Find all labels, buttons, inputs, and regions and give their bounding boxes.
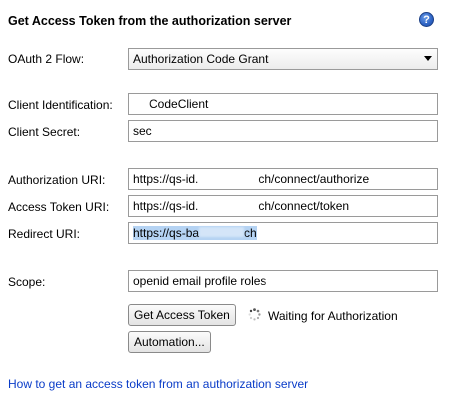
flow-select-value: Authorization Code Grant	[133, 52, 269, 66]
redacted-text	[133, 98, 149, 108]
redirect-uri-selection: https://qs-ba ch	[133, 226, 257, 240]
automation-button[interactable]: Automation...	[128, 331, 211, 353]
auth-uri-label: Authorization URI:	[8, 173, 106, 187]
get-access-token-button[interactable]: Get Access Token	[128, 304, 236, 326]
client-secret-field[interactable]: sec	[128, 120, 438, 142]
auth-uri-value-start: https://qs-id.	[133, 172, 199, 186]
redacted-text	[199, 227, 245, 237]
redirect-uri-field[interactable]: https://qs-ba ch	[128, 222, 438, 244]
flow-label: OAuth 2 Flow:	[8, 52, 85, 66]
client-secret-label: Client Secret:	[8, 125, 81, 139]
client-id-field[interactable]: CodeClient	[128, 93, 438, 115]
redacted-text	[198, 200, 259, 210]
status-text: Waiting for Authorization	[268, 309, 398, 323]
help-icon[interactable]: ?	[419, 12, 434, 27]
flow-select[interactable]: Authorization Code Grant	[128, 48, 438, 70]
client-secret-value: sec	[133, 124, 152, 138]
redirect-uri-value-start: https://qs-ba	[133, 226, 200, 240]
token-uri-value-start: https://qs-id.	[133, 199, 199, 213]
client-id-label: Client Identification:	[8, 98, 113, 112]
redacted-text	[266, 275, 417, 285]
auth-uri-value-end: ch/connect/authorize	[258, 172, 370, 186]
redacted-text	[198, 173, 259, 183]
spinner-icon	[248, 308, 261, 321]
redirect-uri-label: Redirect URI:	[8, 227, 81, 241]
oauth2-panel: Get Access Token from the authorization …	[0, 0, 450, 402]
help-link[interactable]: How to get an access token from an autho…	[8, 377, 308, 391]
scope-value: openid email profile roles	[133, 274, 267, 288]
redirect-uri-value-end: ch	[244, 226, 257, 240]
token-uri-field[interactable]: https://qs-id. ch/connect/token	[128, 195, 438, 217]
scope-label: Scope:	[8, 275, 46, 289]
client-id-value: CodeClient	[149, 97, 209, 111]
panel-title: Get Access Token from the authorization …	[8, 14, 292, 28]
token-uri-value-end: ch/connect/token	[258, 199, 350, 213]
scope-field[interactable]: openid email profile roles	[128, 270, 438, 292]
token-uri-label: Access Token URI:	[8, 200, 110, 214]
chevron-down-icon	[424, 56, 432, 61]
auth-uri-field[interactable]: https://qs-id. ch/connect/authorize	[128, 168, 438, 190]
